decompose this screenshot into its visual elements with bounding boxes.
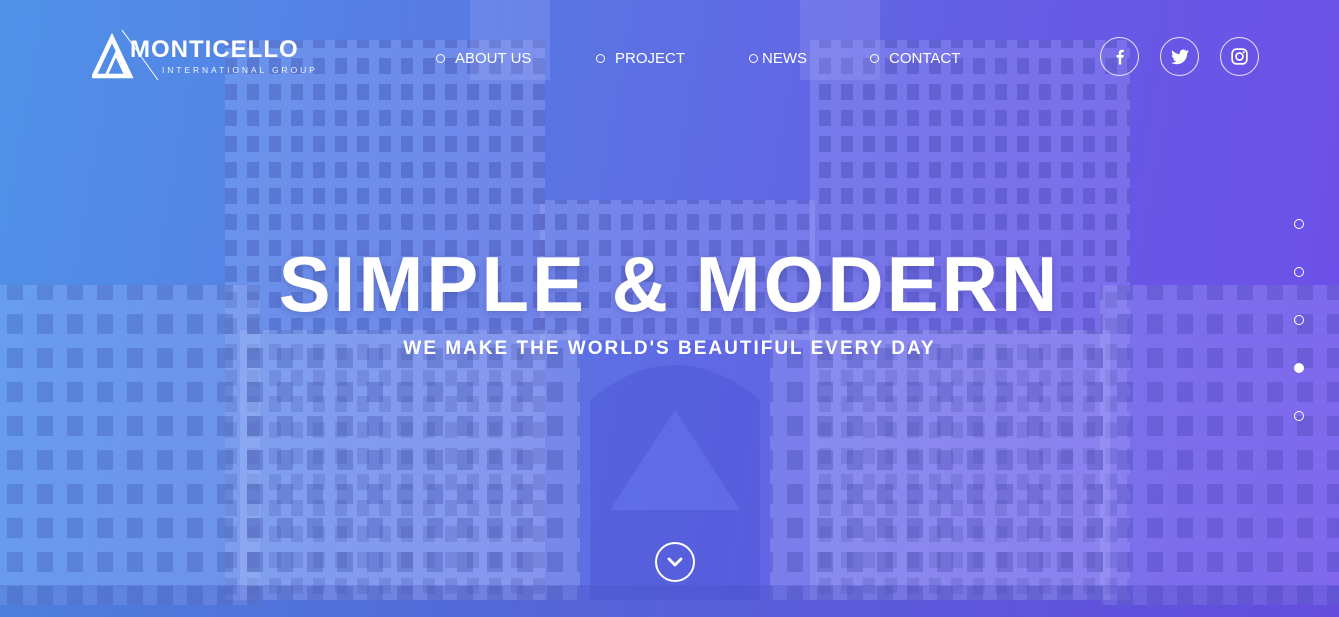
slide-pager-dot-3[interactable] [1294,315,1304,325]
brand-name: MONTICELLO [130,36,299,63]
nav-item-contact[interactable]: CONTACT [870,48,960,68]
hero-title: SIMPLE & MODERN [278,240,1061,328]
nav-item-label: ABOUT US [455,49,532,67]
nav-dot-icon [749,53,758,63]
nav-dot-icon [870,53,879,63]
instagram-button[interactable] [1220,37,1259,76]
nav-item-project[interactable]: PROJECT [596,48,685,68]
nav-item-news[interactable]: NEWS [749,48,807,68]
brand-tagline: INTERNATIONAL GROUP [162,65,318,75]
instagram-icon [1231,48,1248,65]
nav-dot-icon [596,53,605,63]
slide-pager-dot-4[interactable] [1294,363,1304,373]
hero-subtitle: WE MAKE THE WORLD'S BEAUTIFUL EVERY DAY [403,338,936,359]
nav-item-label: NEWS [762,49,807,67]
twitter-icon [1170,49,1189,64]
nav-item-about-us[interactable]: ABOUT US [436,48,531,68]
slide-pager-dot-1[interactable] [1294,219,1304,229]
nav-item-label: CONTACT [889,49,961,67]
slide-pager-dot-2[interactable] [1294,267,1304,277]
brand-logo[interactable]: MONTICELLO INTERNATIONAL GROUP [92,28,342,82]
slide-pager-dot-5[interactable] [1294,411,1304,421]
chevron-down-icon [667,557,683,567]
facebook-icon [1116,49,1124,64]
nav-item-label: PROJECT [615,49,686,67]
scroll-down-button[interactable] [655,542,695,582]
nav-dot-icon [436,53,445,63]
facebook-button[interactable] [1100,37,1139,76]
twitter-button[interactable] [1160,37,1199,76]
